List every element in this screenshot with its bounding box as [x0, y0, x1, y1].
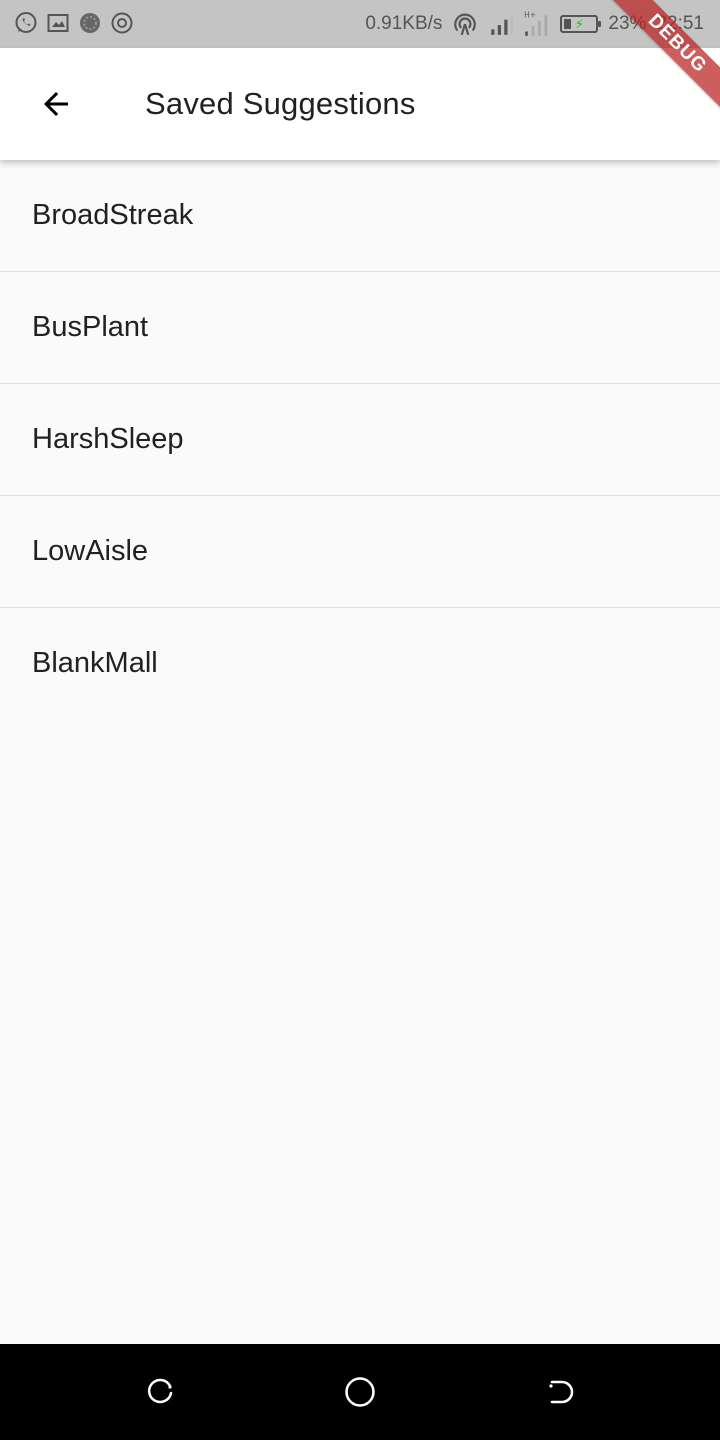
hotspot-icon — [454, 13, 477, 36]
navigation-bar — [0, 1344, 720, 1440]
recents-icon — [147, 1378, 173, 1404]
sync-icon — [80, 13, 100, 33]
status-bar: 0.91KB/s H+ ⚡ 23% 22:51 — [0, 0, 720, 48]
list-item[interactable]: BroadStreak — [0, 160, 720, 272]
status-left-icons — [14, 11, 134, 35]
list-item[interactable]: BlankMall — [0, 608, 720, 719]
whatsapp-icon — [15, 12, 37, 33]
network-speed: 0.91KB/s — [365, 13, 443, 34]
battery-icon: ⚡ — [560, 15, 602, 33]
back-button[interactable] — [24, 72, 88, 136]
signal-h-plus-icon: H+ — [524, 11, 548, 36]
arrow-back-icon — [44, 92, 68, 116]
list-item-label: BlankMall — [32, 647, 158, 679]
suggestion-list: BroadStreak BusPlant HarshSleep LowAisle… — [0, 160, 720, 719]
home-button[interactable] — [340, 1372, 380, 1412]
list-item[interactable]: BusPlant — [0, 272, 720, 384]
system-back-button[interactable] — [540, 1372, 580, 1412]
recents-button[interactable] — [140, 1372, 180, 1412]
svg-text:H+: H+ — [524, 11, 536, 20]
list-item-label: LowAisle — [32, 535, 149, 567]
screen: 0.91KB/s H+ ⚡ 23% 22:51 Saved Suggestion… — [0, 0, 720, 1440]
page-title: Saved Suggestions — [145, 86, 416, 121]
list-item[interactable]: LowAisle — [0, 496, 720, 608]
list-item-label: HarshSleep — [32, 423, 184, 455]
back-icon — [549, 1380, 574, 1404]
battery-level — [564, 19, 572, 29]
list-item[interactable]: HarshSleep — [0, 384, 720, 496]
record-icon — [111, 12, 133, 34]
screenshot-icon — [47, 14, 69, 32]
app-bar: Saved Suggestions — [0, 48, 720, 160]
home-icon — [345, 1377, 375, 1407]
list-item-label: BusPlant — [32, 311, 149, 343]
signal-icon — [491, 14, 514, 35]
charging-icon: ⚡ — [574, 16, 584, 32]
list-item-label: BroadStreak — [32, 199, 194, 231]
